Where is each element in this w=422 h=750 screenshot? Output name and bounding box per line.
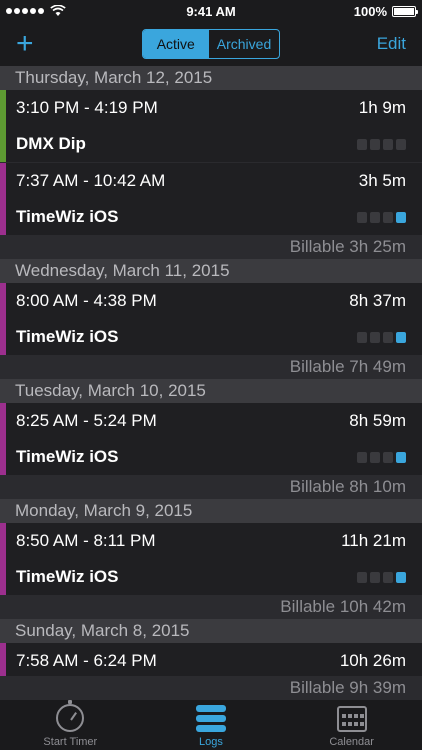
battery-percent: 100% xyxy=(353,3,387,19)
entry-time-range: 8:00 AM - 4:38 PM xyxy=(16,291,157,310)
project-color-bar xyxy=(0,90,6,162)
day-billable-total: Billable 9h 39m xyxy=(0,676,422,700)
status-time: 9:41 AM xyxy=(186,3,236,19)
entry-project: TimeWiz iOS xyxy=(16,567,119,586)
invoice-icon xyxy=(383,331,393,343)
log-entry[interactable]: 8:00 AM - 4:38 PM 8h 37m TimeWiz iOS xyxy=(0,283,422,355)
segment-archived[interactable]: Archived xyxy=(209,30,279,58)
billable-icon xyxy=(396,571,406,583)
tab-start-timer[interactable]: Start Timer xyxy=(15,700,125,748)
list-icon xyxy=(195,705,226,732)
tab-label: Calendar xyxy=(329,736,374,748)
note-icon xyxy=(357,138,367,150)
billable-icon xyxy=(396,451,406,463)
billable-icon xyxy=(396,138,406,150)
entry-time-range: 7:37 AM - 10:42 AM xyxy=(16,171,166,190)
tag-icon xyxy=(370,211,380,223)
entry-project: TimeWiz iOS xyxy=(16,327,119,346)
log-entry[interactable]: 3:10 PM - 4:19 PM 1h 9m DMX Dip xyxy=(0,90,422,162)
nav-bar: + Active Archived Edit xyxy=(0,22,422,66)
signal-indicator xyxy=(6,5,126,17)
invoice-icon xyxy=(383,451,393,463)
entry-status-icons xyxy=(357,451,406,463)
entry-project: TimeWiz iOS xyxy=(16,447,119,466)
day-header: Tuesday, March 10, 2015 xyxy=(0,379,422,403)
log-entry[interactable]: 8:50 AM - 8:11 PM 11h 21m TimeWiz iOS xyxy=(0,523,422,595)
day-header: Monday, March 9, 2015 xyxy=(0,499,422,523)
project-color-bar xyxy=(0,283,6,355)
stopwatch-icon xyxy=(56,700,85,732)
tag-icon xyxy=(370,571,380,583)
entry-project: TimeWiz iOS xyxy=(16,207,119,226)
billable-icon xyxy=(396,211,406,223)
invoice-icon xyxy=(383,211,393,223)
billable-icon xyxy=(396,331,406,343)
entry-time-range: 3:10 PM - 4:19 PM xyxy=(16,98,158,117)
log-entry[interactable]: 7:58 AM - 6:24 PM 10h 26m xyxy=(0,643,422,679)
signal-dots-icon xyxy=(6,8,44,14)
day-header: Thursday, March 12, 2015 xyxy=(0,66,422,90)
note-icon xyxy=(357,211,367,223)
entry-time-range: 7:58 AM - 6:24 PM xyxy=(16,651,157,670)
entry-duration: 8h 59m xyxy=(349,411,406,430)
calendar-icon xyxy=(336,706,367,732)
entry-project: DMX Dip xyxy=(16,134,86,153)
entry-status-icons xyxy=(357,331,406,343)
note-icon xyxy=(357,331,367,343)
add-button[interactable]: + xyxy=(16,29,56,59)
wifi-icon xyxy=(50,5,66,16)
project-color-bar xyxy=(0,523,6,595)
entry-status-icons xyxy=(357,571,406,583)
log-entry[interactable]: 8:25 AM - 5:24 PM 8h 59m TimeWiz iOS xyxy=(0,403,422,475)
entry-time-range: 8:50 AM - 8:11 PM xyxy=(16,531,156,550)
edit-button[interactable]: Edit xyxy=(366,34,406,54)
tab-logs[interactable]: Logs xyxy=(156,705,266,748)
project-color-bar xyxy=(0,403,6,475)
entry-duration: 11h 21m xyxy=(341,531,406,550)
project-color-bar xyxy=(0,643,6,679)
tab-calendar[interactable]: Calendar xyxy=(297,706,407,748)
entry-status-icons xyxy=(357,211,406,223)
invoice-icon xyxy=(383,138,393,150)
note-icon xyxy=(357,571,367,583)
entry-time-range: 8:25 AM - 5:24 PM xyxy=(16,411,157,430)
entry-duration: 10h 26m xyxy=(339,651,406,670)
day-header: Wednesday, March 11, 2015 xyxy=(0,259,422,283)
day-header: Sunday, March 8, 2015 xyxy=(0,619,422,643)
note-icon xyxy=(357,451,367,463)
log-list[interactable]: Thursday, March 12, 2015 3:10 PM - 4:19 … xyxy=(0,66,422,698)
tag-icon xyxy=(370,138,380,150)
entry-duration: 1h 9m xyxy=(358,98,406,117)
day-billable-total: Billable 10h 42m xyxy=(0,595,422,619)
tag-icon xyxy=(370,451,380,463)
invoice-icon xyxy=(383,571,393,583)
entry-duration: 3h 5m xyxy=(358,171,406,190)
tab-label: Logs xyxy=(199,736,223,748)
filter-segmented-control[interactable]: Active Archived xyxy=(141,29,281,59)
log-entry[interactable]: 7:37 AM - 10:42 AM 3h 5m TimeWiz iOS xyxy=(0,163,422,235)
battery-icon xyxy=(392,5,418,17)
tab-label: Start Timer xyxy=(43,736,98,748)
tab-bar: Start Timer Logs Calendar xyxy=(0,698,422,750)
entry-status-icons xyxy=(357,138,406,150)
day-billable-total: Billable 3h 25m xyxy=(0,235,422,259)
tag-icon xyxy=(370,331,380,343)
day-billable-total: Billable 7h 49m xyxy=(0,355,422,379)
project-color-bar xyxy=(0,163,6,235)
status-bar: 9:41 AM 100% xyxy=(0,0,422,22)
segment-active[interactable]: Active xyxy=(142,30,209,58)
day-billable-total: Billable 8h 10m xyxy=(0,475,422,499)
entry-duration: 8h 37m xyxy=(349,291,406,310)
